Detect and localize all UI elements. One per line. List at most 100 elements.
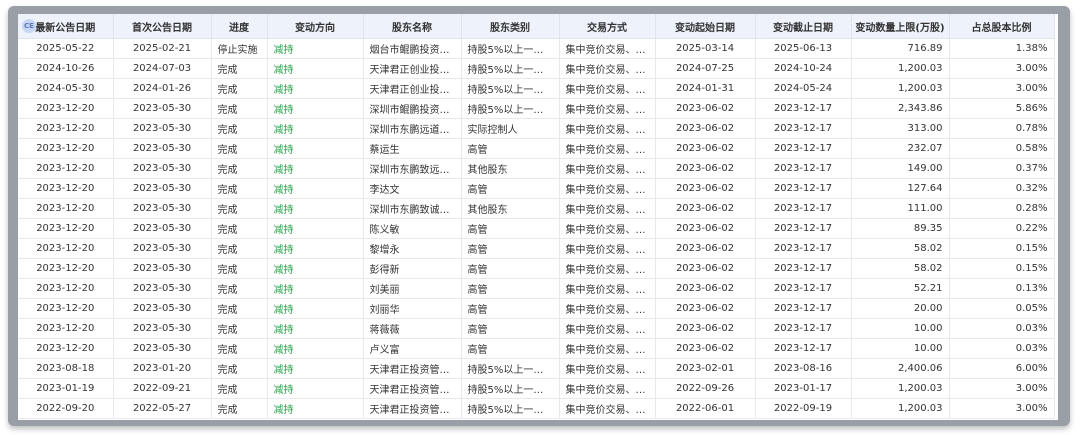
cell-change-end-date: 2023-12-17 [755,318,852,339]
data-table-panel: CE 最新公告日期 首次公告日期 进度 变动方向 股东名称 股东类别 交易方式 变动起始日期 变动… [18,14,1058,420]
cell-holder-name: 天津君正创业投资... [363,58,462,79]
table-row[interactable]: 2024-10-26 2024-07-03 完成 减持 天津君正创业投资... 持股5%以… [18,58,1055,79]
cell-change-end-date: 2024-10-24 [755,58,852,79]
cell-change-direction: 减持 [267,178,364,199]
cell-holder-name: 天津君正投资管理... [363,358,462,379]
cell-holder-name: 黎增永 [363,238,462,259]
column-header-first-announce-date[interactable]: 首次公告日期 [113,14,212,39]
column-header-holder-type[interactable]: 股东类别 [461,14,560,39]
cell-change-quantity-limit: 1,200.03 [851,398,950,419]
cell-holder-name: 蒋薇薇 [363,318,462,339]
cell-trade-method: 集中竞价交易、大... [559,278,656,299]
table-row[interactable]: 2023-12-20 2023-05-30 完成 减持 深圳市东鹏致诚投... 其他股东集… [18,198,1055,219]
cell-progress: 完成 [211,378,268,399]
cell-change-end-date: 2022-09-19 [755,398,852,419]
table-row[interactable]: 2023-12-20 2023-05-30 完成 减持 黎增永 高管 集中竞价交易、大...… [18,238,1055,259]
table-row[interactable]: 2023-12-20 2023-05-30 完成 减持 彭得新 高管 集中竞价交易、大...… [18,258,1055,279]
table-row[interactable]: 2023-12-20 2023-05-30 完成 减持 刘美丽 高管 集中竞价交易、大...… [18,278,1055,299]
cell-progress: 完成 [211,338,268,359]
cell-share-ratio: 6.00% [949,358,1055,379]
cell-holder-name: 刘丽华 [363,298,462,319]
cell-holder-name: 天津君正创业投资... [363,78,462,99]
cell-holder-name: 深圳市东鹏致诚投... [363,198,462,219]
table-row[interactable]: 2023-08-18 2023-01-20 完成 减持 天津君正投资管理... 持股5%以… [18,358,1055,379]
column-header-holder-name[interactable]: 股东名称 [363,14,462,39]
cell-change-start-date: 2023-06-02 [655,98,756,119]
table-row[interactable]: 2025-05-22 2025-02-21 停止实施 减持 烟台市鲲鹏投资发... 持股5… [18,38,1055,59]
cell-change-start-date: 2023-02-01 [655,358,756,379]
cell-change-start-date: 2022-06-01 [655,398,756,419]
cell-share-ratio: 0.03% [949,338,1055,359]
table-row[interactable]: 2023-12-20 2023-05-30 完成 减持 蔡运生 高管 集中竞价交易、大...… [18,138,1055,159]
cell-holder-name: 陈义敏 [363,218,462,239]
cell-first-announce-date: 2023-05-30 [113,278,212,299]
cell-trade-method: 集中竞价交易、大... [559,138,656,159]
cell-holder-name: 深圳市东鹏致远投... [363,158,462,179]
cell-share-ratio: 0.03% [949,318,1055,339]
column-header-progress[interactable]: 进度 [211,14,268,39]
table-row[interactable]: 2023-12-20 2023-05-30 完成 减持 深圳市东鹏远道投... 实际控制人… [18,118,1055,139]
table-row[interactable]: 2023-12-20 2023-05-30 完成 减持 蒋薇薇 高管 集中竞价交易、大...… [18,318,1055,339]
cell-holder-name: 刘美丽 [363,278,462,299]
cell-first-announce-date: 2024-01-26 [113,78,212,99]
cell-trade-method: 集中竞价交易、大... [559,298,656,319]
cell-first-announce-date: 2023-05-30 [113,218,212,239]
cell-change-direction: 减持 [267,378,364,399]
column-header-trade-method[interactable]: 交易方式 [559,14,656,39]
cell-latest-announce-date: 2023-08-18 [18,358,114,379]
table-row[interactable]: 2022-09-20 2022-05-27 完成 减持 天津君正投资管理... 持股5%以… [18,398,1055,419]
cell-holder-type: 持股5%以上一般股... [461,358,560,379]
table-row[interactable]: 2023-12-20 2023-05-30 完成 减持 深圳市鲲鹏投资发... 持股5%以… [18,98,1055,119]
column-header-change-end-date[interactable]: 变动截止日期 [755,14,852,39]
table-row[interactable]: 2023-12-20 2023-05-30 完成 减持 刘丽华 高管 集中竞价交易、大...… [18,298,1055,319]
cell-change-direction: 减持 [267,138,364,159]
table-row[interactable]: 2023-12-20 2023-05-30 完成 减持 李达文 高管 集中竞价交易、大...… [18,178,1055,199]
table-row[interactable]: 2023-12-20 2023-05-30 完成 减持 陈义敏 高管 集中竞价交易、大...… [18,218,1055,239]
cell-holder-type: 高管 [461,238,560,259]
cell-share-ratio: 5.86% [949,98,1055,119]
cell-change-quantity-limit: 111.00 [851,198,950,219]
table-row[interactable]: 2023-12-20 2023-05-30 完成 减持 深圳市东鹏致远投... 其他股东集… [18,158,1055,179]
cell-change-start-date: 2023-06-02 [655,198,756,219]
cell-change-start-date: 2023-06-02 [655,318,756,339]
cell-progress: 完成 [211,218,268,239]
cell-trade-method: 集中竞价交易、大... [559,398,656,419]
cell-change-start-date: 2023-06-02 [655,178,756,199]
cell-trade-method: 集中竞价交易、大... [559,238,656,259]
cell-progress: 完成 [211,198,268,219]
column-header-change-start-date[interactable]: 变动起始日期 [655,14,756,39]
cell-change-end-date: 2023-12-17 [755,298,852,319]
cell-change-direction: 减持 [267,338,364,359]
cell-share-ratio: 0.13% [949,278,1055,299]
cell-change-end-date: 2023-12-17 [755,178,852,199]
table-row[interactable]: 2024-05-30 2024-01-26 完成 减持 天津君正创业投资... 持股5%以… [18,78,1055,99]
cell-trade-method: 集中竞价交易、大... [559,358,656,379]
cell-holder-type: 持股5%以上一般股... [461,398,560,419]
cell-trade-method: 集中竞价交易、大... [559,38,656,59]
cell-holder-type: 持股5%以上一般股... [461,58,560,79]
column-header-share-ratio[interactable]: 占总股本比例 [949,14,1055,39]
cell-holder-type: 高管 [461,278,560,299]
table-row[interactable]: 2023-01-19 2022-09-21 完成 减持 天津君正投资管理... 持股5%以… [18,378,1055,399]
cell-trade-method: 集中竞价交易、大... [559,378,656,399]
cell-change-end-date: 2023-12-17 [755,198,852,219]
column-header-change-quantity-limit[interactable]: 变动数量上限(万股) [851,14,950,39]
cell-change-start-date: 2022-09-26 [655,378,756,399]
cell-share-ratio: 0.78% [949,118,1055,139]
cell-latest-announce-date: 2023-12-20 [18,138,114,159]
column-header-change-direction[interactable]: 变动方向 [267,14,364,39]
table-row[interactable]: 2023-12-20 2023-05-30 完成 减持 卢义富 高管 集中竞价交易、大...… [18,338,1055,359]
cell-latest-announce-date: 2023-01-19 [18,378,114,399]
cell-latest-announce-date: 2023-12-20 [18,258,114,279]
cell-holder-type: 其他股东 [461,198,560,219]
cell-change-end-date: 2023-12-17 [755,158,852,179]
cell-change-direction: 减持 [267,398,364,419]
cell-change-quantity-limit: 149.00 [851,158,950,179]
cell-holder-name: 蔡运生 [363,138,462,159]
cell-holder-type: 高管 [461,138,560,159]
column-header-latest-announce-date[interactable]: CE 最新公告日期 [18,14,114,39]
cell-share-ratio: 1.38% [949,38,1055,59]
cell-latest-announce-date: 2023-12-20 [18,298,114,319]
cell-holder-type: 其他股东 [461,158,560,179]
cell-change-end-date: 2023-12-17 [755,218,852,239]
